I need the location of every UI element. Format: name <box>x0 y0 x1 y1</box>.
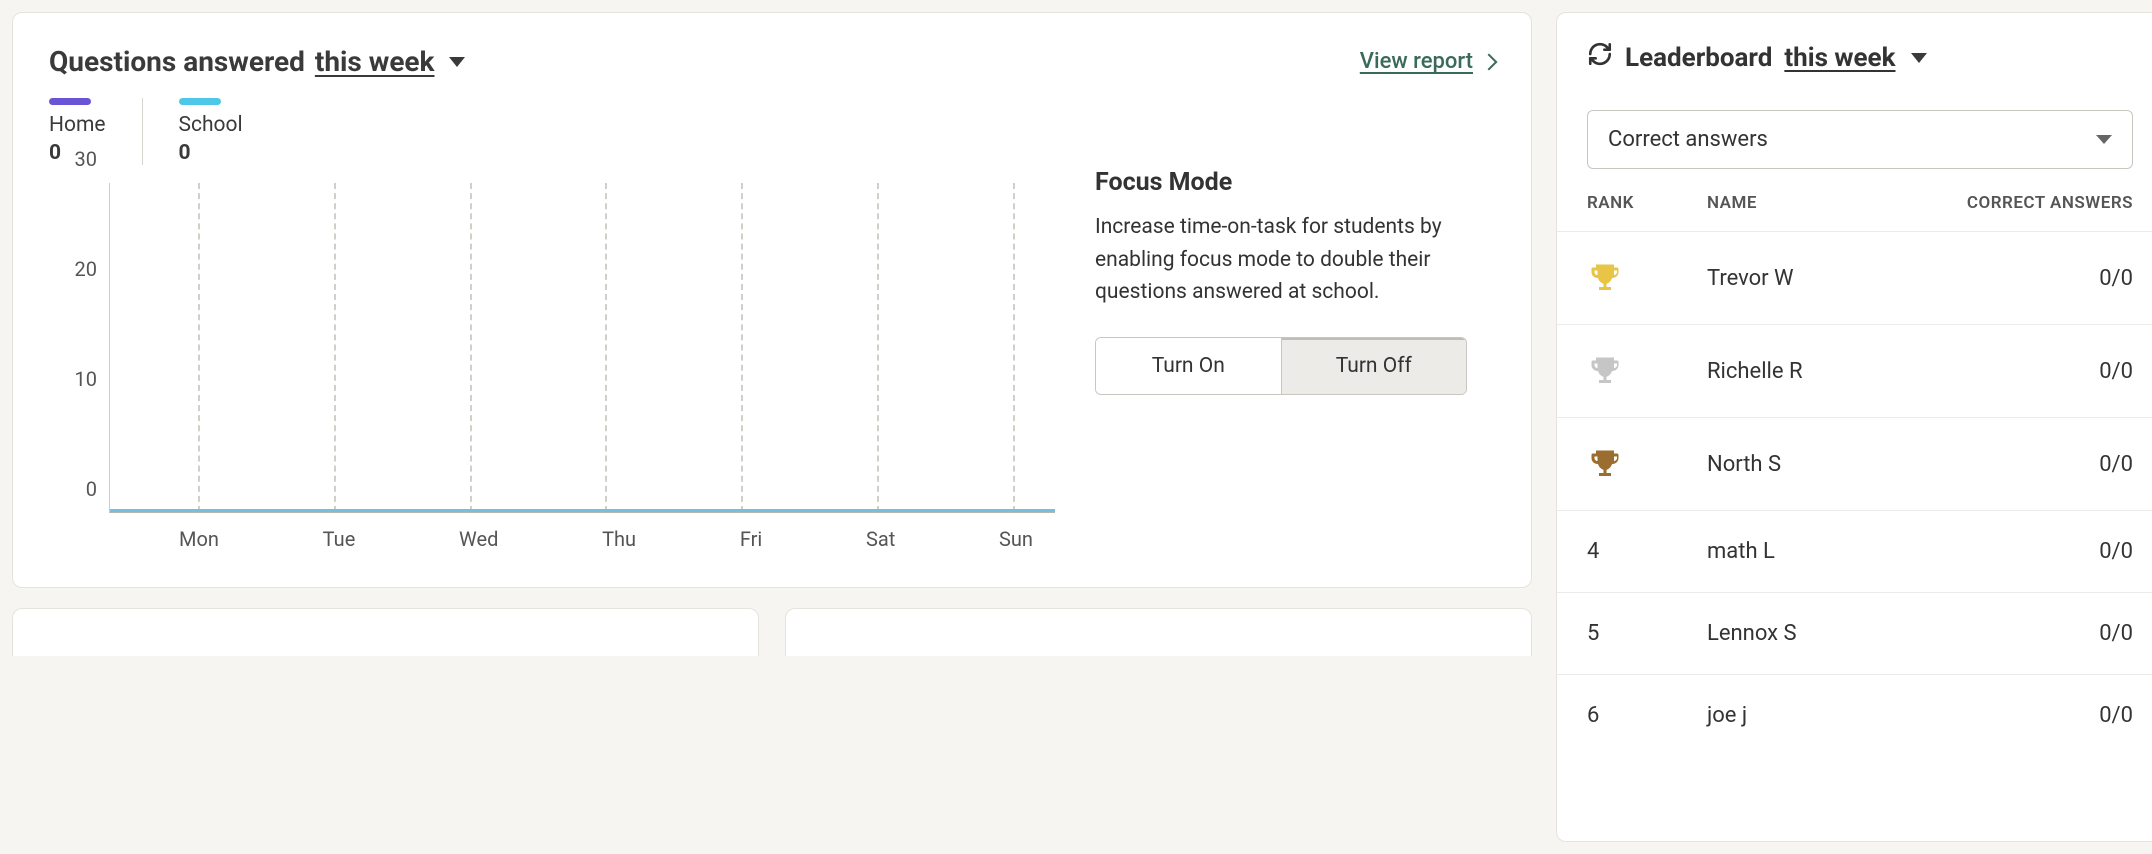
legend-school-value: 0 <box>179 141 243 165</box>
focus-mode-panel: Focus Mode Increase time-on-task for stu… <box>1095 98 1495 563</box>
x-tick: Fri <box>740 527 762 551</box>
chevron-down-icon <box>449 57 465 67</box>
leaderboard-metric-label: Correct answers <box>1608 127 1768 152</box>
focus-mode-toggle: Turn On Turn Off <box>1095 337 1467 395</box>
leaderboard-score: 0/0 <box>1913 452 2133 477</box>
legend-home-label: Home <box>49 113 106 137</box>
stub-card-right <box>785 608 1532 656</box>
focus-mode-title: Focus Mode <box>1095 168 1495 197</box>
leaderboard-metric-select[interactable]: Correct answers <box>1587 110 2133 169</box>
leaderboard-row[interactable]: 6joe j0/0 <box>1557 674 2152 756</box>
leaderboard-rank <box>1587 353 1707 389</box>
chevron-right-icon <box>1481 53 1498 70</box>
leaderboard-row[interactable]: 4math L0/0 <box>1557 510 2152 592</box>
questions-answered-card: Questions answered this week View report… <box>12 12 1532 588</box>
chevron-down-icon <box>2096 135 2112 144</box>
trophy-icon <box>1587 260 1623 296</box>
leaderboard-rank: 5 <box>1587 621 1707 646</box>
legend-school: School 0 <box>179 98 243 165</box>
y-tick: 10 <box>75 367 97 391</box>
leaderboard-score: 0/0 <box>1913 621 2133 646</box>
gridline <box>334 183 336 512</box>
gridline <box>741 183 743 512</box>
y-tick: 30 <box>75 147 97 171</box>
x-tick: Sat <box>866 527 895 551</box>
leaderboard-rank: 4 <box>1587 539 1707 564</box>
leaderboard-columns: RANK NAME CORRECT ANSWERS <box>1557 193 2152 231</box>
legend-swatch-school <box>179 98 221 105</box>
col-score: CORRECT ANSWERS <box>1913 193 2133 213</box>
x-tick: Sun <box>999 527 1033 551</box>
x-tick: Thu <box>602 527 636 551</box>
leaderboard-score: 0/0 <box>1913 539 2133 564</box>
gridline <box>1013 183 1015 512</box>
leaderboard-score: 0/0 <box>1913 266 2133 291</box>
leaderboard-row[interactable]: North S0/0 <box>1557 417 2152 510</box>
trophy-icon <box>1587 353 1623 389</box>
leaderboard-rank <box>1587 446 1707 482</box>
y-tick: 20 <box>75 257 97 281</box>
leaderboard-title-period: this week <box>1784 43 1895 73</box>
focus-on-button[interactable]: Turn On <box>1096 338 1281 394</box>
leaderboard-score: 0/0 <box>1913 703 2133 728</box>
refresh-icon <box>1587 41 1613 74</box>
view-report-label: View report <box>1360 49 1473 74</box>
leaderboard-name: Lennox S <box>1707 621 1913 646</box>
focus-mode-description: Increase time-on-task for students by en… <box>1095 211 1495 309</box>
legend-school-label: School <box>179 113 243 137</box>
col-rank: RANK <box>1587 193 1707 213</box>
legend-swatch-home <box>49 98 91 105</box>
leaderboard-rank: 6 <box>1587 703 1707 728</box>
questions-title-prefix: Questions answered <box>49 45 305 78</box>
leaderboard-name: math L <box>1707 539 1913 564</box>
stub-card-left <box>12 608 759 656</box>
view-report-link[interactable]: View report <box>1360 49 1495 74</box>
leaderboard-card: Leaderboard this week Correct answers RA… <box>1556 12 2152 842</box>
x-tick: Wed <box>459 527 498 551</box>
gridline <box>877 183 879 512</box>
chart-legend: Home 0 School 0 <box>49 98 1055 165</box>
gridline <box>470 183 472 512</box>
leaderboard-name: joe j <box>1707 703 1913 728</box>
leaderboard-name: North S <box>1707 452 1913 477</box>
leaderboard-name: Richelle R <box>1707 359 1913 384</box>
gridline <box>605 183 607 512</box>
questions-title-period: this week <box>315 45 435 78</box>
chevron-down-icon <box>1911 53 1927 63</box>
leaderboard-score: 0/0 <box>1913 359 2133 384</box>
legend-separator <box>142 98 143 165</box>
leaderboard-row[interactable]: 5Lennox S0/0 <box>1557 592 2152 674</box>
focus-off-button[interactable]: Turn Off <box>1281 338 1467 394</box>
leaderboard-title[interactable]: Leaderboard this week <box>1587 41 2133 74</box>
leaderboard-rank <box>1587 260 1707 296</box>
gridline <box>198 183 200 512</box>
leaderboard-row[interactable]: Trevor W0/0 <box>1557 231 2152 324</box>
trophy-icon <box>1587 446 1623 482</box>
questions-title[interactable]: Questions answered this week <box>49 45 465 78</box>
x-tick: Mon <box>179 527 219 551</box>
leaderboard-title-prefix: Leaderboard <box>1625 43 1772 73</box>
leaderboard-name: Trevor W <box>1707 266 1913 291</box>
y-tick: 0 <box>86 477 97 501</box>
x-tick: Tue <box>323 527 356 551</box>
questions-chart: 0102030 MonTueWedThuFriSatSun <box>49 183 1055 563</box>
col-name: NAME <box>1707 193 1913 213</box>
leaderboard-row[interactable]: Richelle R0/0 <box>1557 324 2152 417</box>
chart-series-line <box>110 509 1055 512</box>
